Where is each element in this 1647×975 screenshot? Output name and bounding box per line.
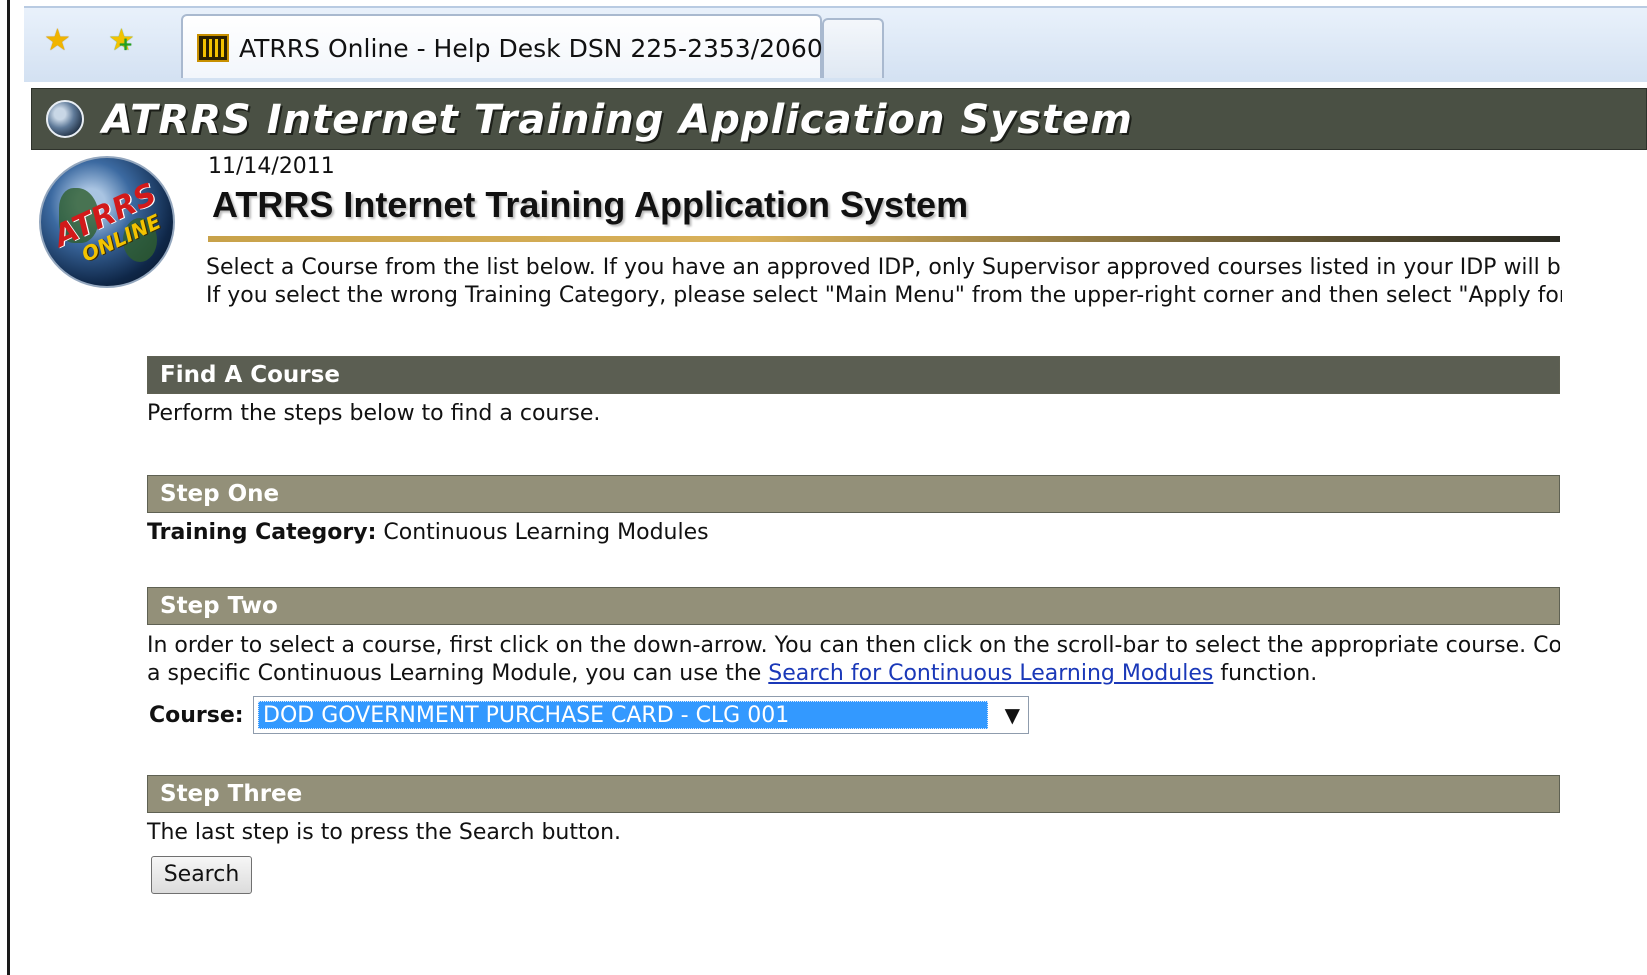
find-course-instructions: Perform the steps below to find a course… bbox=[147, 401, 601, 426]
chevron-down-icon[interactable]: ▼ bbox=[1005, 703, 1020, 727]
atrrs-online-logo: ATRRS ONLINE bbox=[33, 152, 183, 292]
course-label: Course: bbox=[149, 703, 244, 728]
search-cl-modules-link[interactable]: Search for Continuous Learning Modules bbox=[768, 661, 1213, 686]
favorites-star-icon[interactable]: ★ bbox=[44, 26, 71, 56]
browser-tab-active[interactable]: ATRRS Online - Help Desk DSN 225-2353/20… bbox=[181, 14, 823, 78]
section-header-step-one: Step One bbox=[147, 475, 1560, 513]
window-left-border bbox=[0, 0, 10, 975]
page-title: ATRRS Internet Training Application Syst… bbox=[212, 184, 969, 225]
intro-line-2: If you select the wrong Training Categor… bbox=[206, 283, 1562, 308]
section-header-find-a-course: Find A Course bbox=[147, 356, 1560, 394]
search-button[interactable]: Search bbox=[151, 856, 252, 894]
title-divider bbox=[208, 236, 1560, 242]
intro-line-1: Select a Course from the list below. If … bbox=[206, 255, 1562, 280]
new-tab-button[interactable] bbox=[822, 18, 884, 78]
site-banner: ATRRS Internet Training Application Syst… bbox=[31, 88, 1647, 150]
step-two-line-2: a specific Continuous Learning Module, y… bbox=[147, 660, 1560, 688]
intro-text: Select a Course from the list below. If … bbox=[206, 254, 1562, 310]
banner-title: ATRRS Internet Training Application Syst… bbox=[102, 97, 1133, 143]
step-two-instructions: In order to select a course, first click… bbox=[147, 632, 1560, 688]
section-header-step-three: Step Three bbox=[147, 775, 1560, 813]
step-two-line-1: In order to select a course, first click… bbox=[147, 633, 1560, 658]
course-select[interactable]: DOD GOVERNMENT PURCHASE CARD - CLG 001 ▼ bbox=[253, 696, 1029, 734]
tab-title: ATRRS Online - Help Desk DSN 225-2353/20… bbox=[239, 34, 823, 63]
step-two-line-2-text: a specific Continuous Learning Module, y… bbox=[147, 661, 769, 686]
course-select-value: DOD GOVERNMENT PURCHASE CARD - CLG 001 bbox=[258, 701, 988, 729]
add-to-favorites-icon[interactable]: ★ + bbox=[108, 26, 135, 56]
section-header-step-two: Step Two bbox=[147, 587, 1560, 625]
atrrs-site-icon bbox=[197, 34, 229, 62]
globe-icon bbox=[46, 100, 84, 138]
current-date: 11/14/2011 bbox=[208, 154, 335, 179]
add-plus-icon: + bbox=[118, 34, 134, 55]
training-category-value: Continuous Learning Modules bbox=[383, 520, 709, 545]
step-three-instructions: The last step is to press the Search but… bbox=[147, 820, 622, 845]
step-two-line-2-suffix: function. bbox=[1213, 661, 1318, 686]
training-category-row: Training Category: Continuous Learning M… bbox=[147, 520, 709, 545]
training-category-label: Training Category: bbox=[147, 520, 377, 545]
